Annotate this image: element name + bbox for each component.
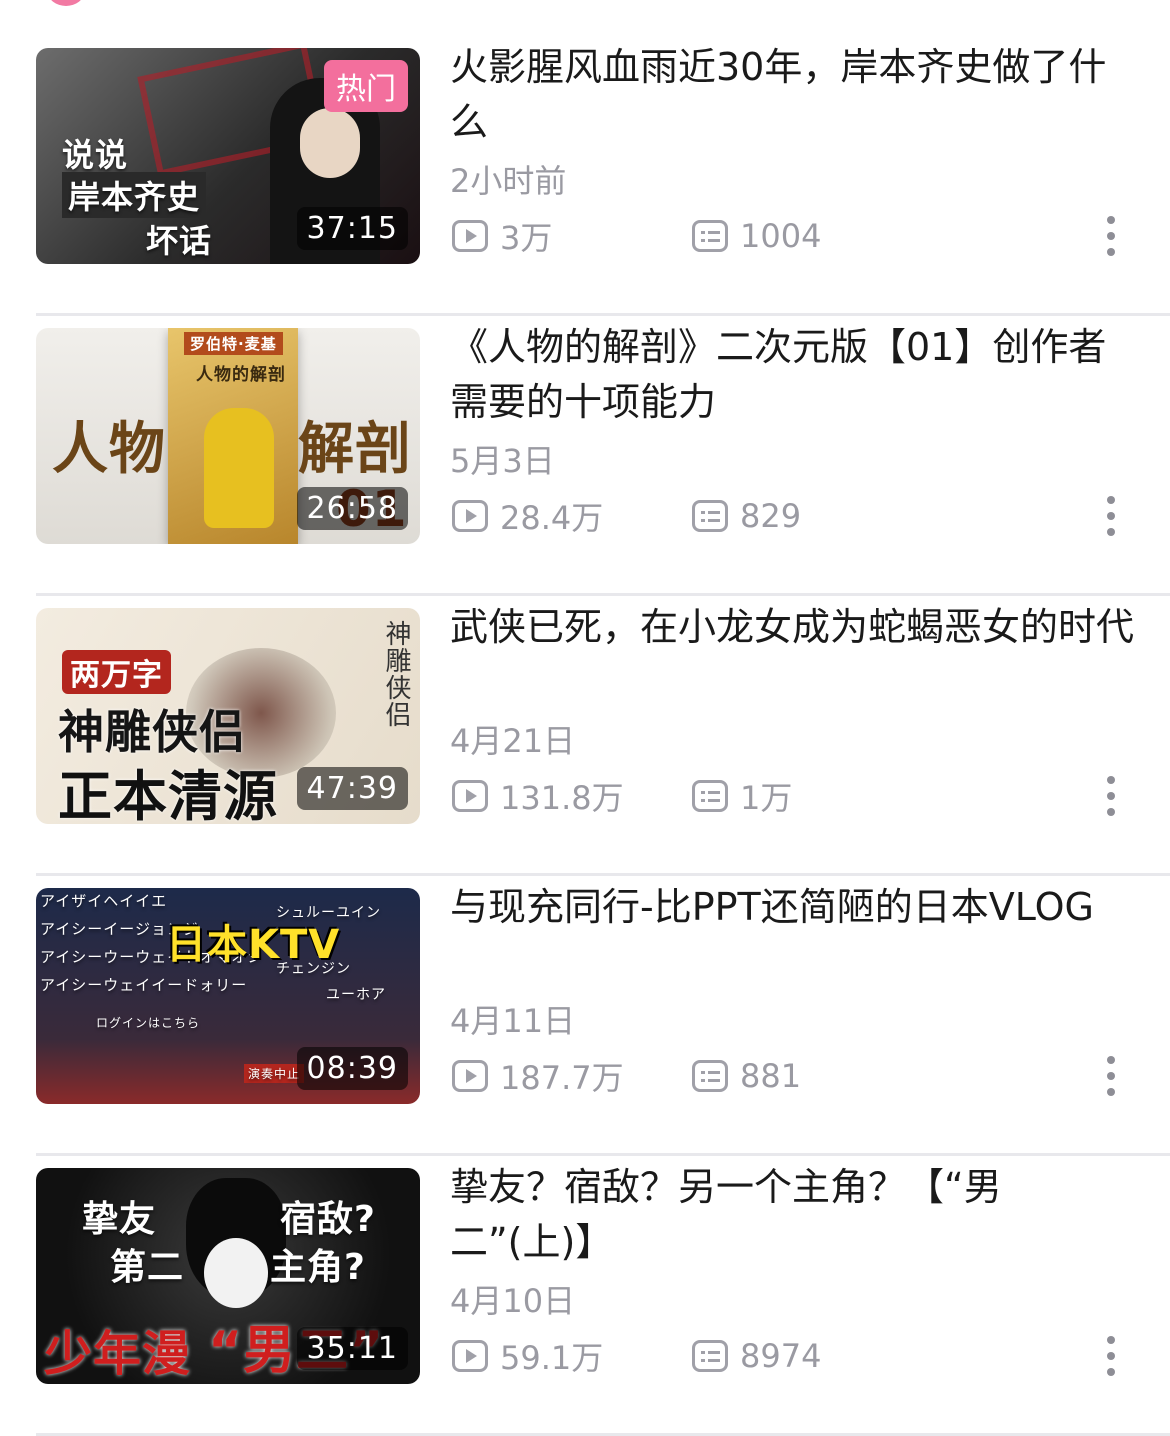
- comment-count-value: 829: [740, 497, 802, 535]
- view-count-value: 3万: [500, 219, 553, 257]
- list-item[interactable]: 两万字 神雕侠侣 正本清源 神雕侠侣 47:39 武侠已死，在小龙女成为蛇蝎恶女…: [36, 596, 1170, 876]
- comment-count: 881: [692, 1054, 801, 1098]
- more-options-icon[interactable]: [1106, 776, 1116, 816]
- view-count: 3万: [452, 214, 552, 258]
- video-thumbnail[interactable]: 罗伯特·麦基 人物的解剖 人物 解剖 01 26:58: [36, 328, 420, 544]
- list-item[interactable]: 罗伯特·麦基 人物的解剖 人物 解剖 01 26:58 《人物的解剖》二次元版【…: [36, 316, 1170, 596]
- view-count: 28.4万: [452, 494, 603, 538]
- thumb-caption: 人物的解剖: [196, 365, 286, 385]
- duration-label: 47:39: [296, 767, 408, 810]
- thumb-caption: 少年漫: [44, 1326, 192, 1382]
- play-count-icon: [452, 1340, 488, 1372]
- thumb-caption: チェンジン: [276, 961, 351, 977]
- danmaku-icon: [692, 780, 728, 812]
- video-title[interactable]: 武侠已死，在小龙女成为蛇蝎恶女的时代: [450, 600, 1140, 655]
- danmaku-icon: [692, 220, 728, 252]
- play-count-icon: [452, 1060, 488, 1092]
- thumb-caption: 主角?: [270, 1247, 366, 1288]
- play-count-icon: [452, 500, 488, 532]
- play-count-icon: [452, 780, 488, 812]
- comment-count-value: 1004: [740, 217, 822, 255]
- video-thumbnail[interactable]: 说说 岸本齐史 坏话 热门 37:15: [36, 48, 420, 264]
- thumb-caption: アイシーウェイイードォリー: [40, 976, 248, 994]
- comment-count: 1万: [692, 774, 792, 818]
- upload-date: 4月11日: [450, 1002, 576, 1040]
- thumb-caption: 岸本齐史: [62, 172, 207, 218]
- thumb-caption: 两万字: [62, 650, 171, 694]
- thumb-caption: 第二: [110, 1247, 185, 1288]
- view-count: 59.1万: [452, 1334, 603, 1378]
- duration-label: 37:15: [296, 207, 408, 250]
- thumb-caption: アイザイヘイイエ: [40, 892, 168, 910]
- thumb-caption: 说说: [62, 136, 129, 174]
- hot-badge: 热门: [324, 60, 408, 112]
- danmaku-icon: [692, 500, 728, 532]
- avatar[interactable]: [48, 0, 84, 6]
- video-title[interactable]: 与现充同行-比PPT还简陋的日本VLOG: [450, 880, 1140, 935]
- danmaku-icon: [692, 1060, 728, 1092]
- view-count: 187.7万: [452, 1054, 624, 1098]
- more-options-icon[interactable]: [1106, 1056, 1116, 1096]
- duration-label: 26:58: [296, 487, 408, 530]
- thumb-caption: 宿敌?: [280, 1199, 376, 1240]
- thumb-caption: 神雕侠侣: [381, 620, 411, 728]
- comment-count-value: 1万: [740, 779, 793, 817]
- video-title[interactable]: 《人物的解剖》二次元版【01】创作者需要的十项能力: [450, 320, 1140, 430]
- view-count: 131.8万: [452, 774, 624, 818]
- duration-label: 35:11: [296, 1327, 408, 1370]
- thumb-caption: シュルーユイン: [276, 905, 381, 921]
- thumb-caption: 演奏中止: [244, 1064, 305, 1083]
- video-title[interactable]: 火影腥风血雨近30年，岸本齐史做了什么: [450, 40, 1140, 150]
- danmaku-icon: [692, 1340, 728, 1372]
- comment-count-value: 881: [740, 1057, 802, 1095]
- video-thumbnail[interactable]: 两万字 神雕侠侣 正本清源 神雕侠侣 47:39: [36, 608, 420, 824]
- play-count-icon: [452, 220, 488, 252]
- view-count-value: 28.4万: [500, 499, 604, 537]
- video-title[interactable]: 挚友？宿敌？另一个主角？【“男二”(上)】: [450, 1160, 1140, 1270]
- thumb-caption: 坏话: [146, 222, 213, 260]
- upload-date: 5月3日: [450, 442, 555, 480]
- list-item[interactable]: アイザイヘイイエ アイシーイージョンジ アイシーウーウェイトオマオシ アイシーウ…: [36, 876, 1170, 1156]
- upload-date: 2小时前: [450, 162, 567, 200]
- thumb-caption: 正本清源: [58, 765, 278, 824]
- thumb-caption: 罗伯特·麦基: [184, 332, 283, 355]
- comment-count: 8974: [692, 1334, 821, 1378]
- video-thumbnail[interactable]: 挚友 宿敌? 第二 主角? 少年漫 “男二” 35:11: [36, 1168, 420, 1384]
- comment-count: 1004: [692, 214, 821, 258]
- thumb-caption: 人物: [52, 417, 166, 482]
- thumb-caption: 解剖: [298, 417, 412, 482]
- list-item[interactable]: 挚友 宿敌? 第二 主角? 少年漫 “男二” 35:11 挚友？宿敌？另一个主角…: [36, 1156, 1170, 1436]
- thumb-caption: ユーホア: [326, 987, 386, 1003]
- list-item[interactable]: 说说 岸本齐史 坏话 热门 37:15 火影腥风血雨近30年，岸本齐史做了什么 …: [36, 36, 1170, 316]
- upload-date: 4月21日: [450, 722, 576, 760]
- view-count-value: 131.8万: [500, 779, 624, 817]
- more-options-icon[interactable]: [1106, 1336, 1116, 1376]
- thumb-caption: ログインはこちら: [96, 1016, 201, 1030]
- more-options-icon[interactable]: [1106, 216, 1116, 256]
- view-count-value: 59.1万: [500, 1339, 604, 1377]
- duration-label: 08:39: [296, 1047, 408, 1090]
- more-options-icon[interactable]: [1106, 496, 1116, 536]
- upload-date: 4月10日: [450, 1282, 576, 1320]
- view-count-value: 187.7万: [500, 1059, 624, 1097]
- video-thumbnail[interactable]: アイザイヘイイエ アイシーイージョンジ アイシーウーウェイトオマオシ アイシーウ…: [36, 888, 420, 1104]
- comment-count-value: 8974: [740, 1337, 822, 1375]
- comment-count: 829: [692, 494, 801, 538]
- thumb-caption: 挚友: [82, 1199, 157, 1240]
